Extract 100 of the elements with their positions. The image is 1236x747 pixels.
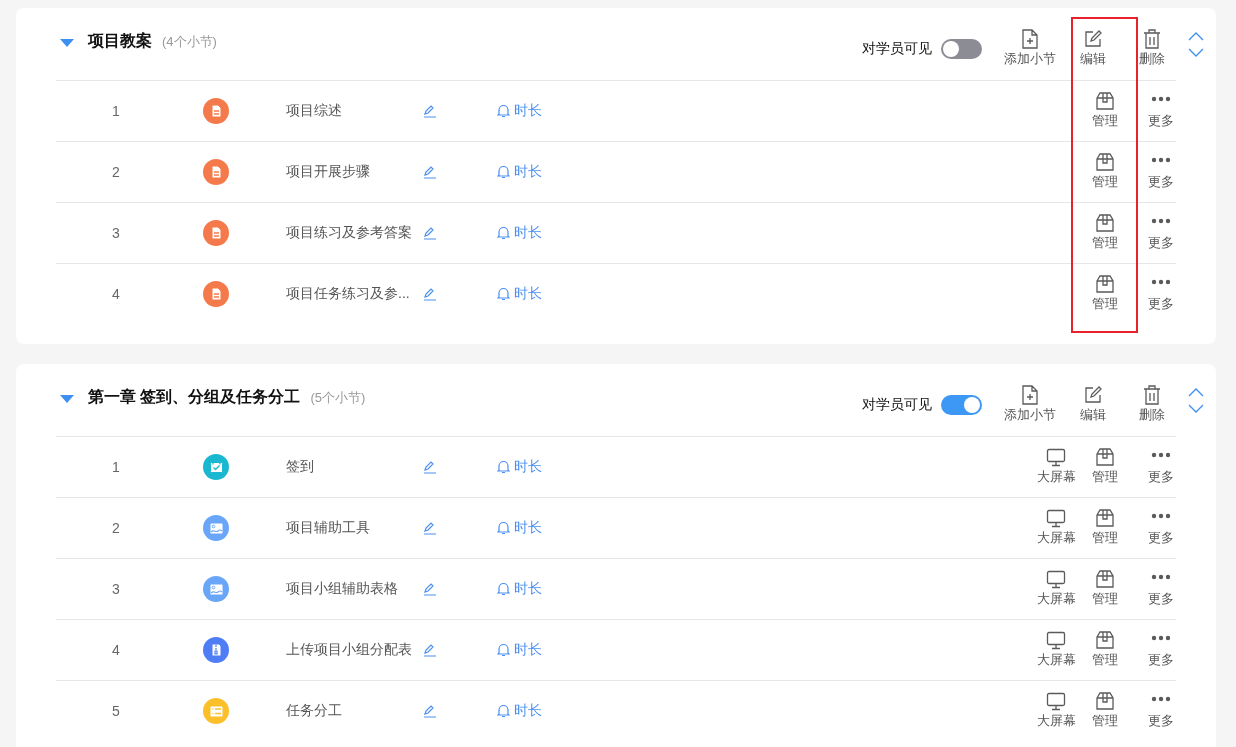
bell-icon <box>497 104 510 118</box>
manage-button[interactable]: 管理 <box>1081 568 1129 610</box>
lesson-title[interactable]: 项目任务练习及参... <box>286 285 423 303</box>
lesson-title[interactable]: 上传项目小组分配表 <box>286 641 423 659</box>
lesson-title[interactable]: 项目练习及参考答案 <box>286 224 423 242</box>
more-button[interactable]: 更多 <box>1146 90 1176 132</box>
bell-icon <box>497 165 510 179</box>
bell-icon <box>497 460 510 474</box>
bell-icon <box>497 704 510 718</box>
add-file-icon <box>1021 29 1039 49</box>
edit-icon <box>1084 30 1102 48</box>
more-icon <box>1151 96 1171 102</box>
manage-button[interactable]: 管理 <box>1081 690 1129 732</box>
lesson-title[interactable]: 签到 <box>286 458 423 476</box>
more-icon <box>1151 157 1171 163</box>
bell-icon <box>497 582 510 596</box>
more-icon <box>1151 218 1171 224</box>
pencil-icon[interactable] <box>423 643 437 657</box>
box-icon <box>1095 447 1115 467</box>
more-icon <box>1151 279 1171 285</box>
row-number: 2 <box>111 164 121 180</box>
monitor-icon <box>1046 447 1066 467</box>
visibility-toggle[interactable] <box>941 39 982 59</box>
more-icon <box>1151 696 1171 702</box>
manage-button[interactable]: 管理 <box>1081 507 1129 549</box>
manage-button[interactable]: 管理 <box>1081 90 1129 132</box>
more-button[interactable]: 更多 <box>1146 446 1176 488</box>
delete-button[interactable]: 删除 <box>1134 384 1170 424</box>
box-icon <box>1095 213 1115 233</box>
visibility-label: 对学员可见 <box>862 396 932 414</box>
delete-button[interactable]: 删除 <box>1134 28 1170 68</box>
monitor-icon <box>1046 508 1066 528</box>
pencil-icon[interactable] <box>423 287 437 301</box>
move-down-icon[interactable] <box>1188 404 1204 413</box>
box-icon <box>1095 508 1115 528</box>
section-count: (5个小节) <box>310 389 366 407</box>
row-number: 1 <box>111 103 121 119</box>
pencil-icon[interactable] <box>423 165 437 179</box>
row-number: 1 <box>111 459 121 475</box>
more-icon <box>1151 452 1171 458</box>
add-section-button[interactable]: 添加小节 <box>1000 28 1060 68</box>
chapter-title: 项目教案 <box>88 31 152 51</box>
more-button[interactable]: 更多 <box>1146 629 1176 671</box>
move-up-icon[interactable] <box>1188 388 1204 397</box>
lesson-title[interactable]: 项目辅助工具 <box>286 519 423 537</box>
visibility-label: 对学员可见 <box>862 40 932 58</box>
edit-button[interactable]: 编辑 <box>1063 384 1123 424</box>
more-button[interactable]: 更多 <box>1146 507 1176 549</box>
manage-button[interactable]: 管理 <box>1081 629 1129 671</box>
row-number: 2 <box>111 520 121 536</box>
box-icon <box>1095 91 1115 111</box>
box-icon <box>1095 152 1115 172</box>
edit-icon <box>1084 386 1102 404</box>
lesson-title[interactable]: 任务分工 <box>286 702 423 720</box>
move-up-icon[interactable] <box>1188 32 1204 41</box>
visibility-toggle[interactable] <box>941 395 982 415</box>
more-button[interactable]: 更多 <box>1146 568 1176 610</box>
collapse-triangle-icon[interactable] <box>60 39 74 47</box>
edit-button[interactable]: 编辑 <box>1063 28 1123 68</box>
more-button[interactable]: 更多 <box>1146 151 1176 193</box>
box-icon <box>1095 274 1115 294</box>
manage-button[interactable]: 管理 <box>1081 151 1129 193</box>
manage-button[interactable]: 管理 <box>1081 273 1129 315</box>
monitor-icon <box>1046 630 1066 650</box>
trash-icon <box>1143 29 1161 49</box>
collapse-triangle-icon[interactable] <box>60 395 74 403</box>
box-icon <box>1095 569 1115 589</box>
more-button[interactable]: 更多 <box>1146 212 1176 254</box>
pencil-icon[interactable] <box>423 226 437 240</box>
more-icon <box>1151 513 1171 519</box>
big-screen-button[interactable]: 大屏幕 <box>1031 568 1081 610</box>
lesson-title[interactable]: 项目开展步骤 <box>286 163 423 181</box>
row-number: 4 <box>111 642 121 658</box>
more-button[interactable]: 更多 <box>1146 690 1176 732</box>
row-number: 5 <box>111 703 121 719</box>
more-icon <box>1151 635 1171 641</box>
big-screen-button[interactable]: 大屏幕 <box>1031 690 1081 732</box>
row-number: 4 <box>111 286 121 302</box>
trash-icon <box>1143 385 1161 405</box>
pencil-icon[interactable] <box>423 582 437 596</box>
big-screen-button[interactable]: 大屏幕 <box>1031 629 1081 671</box>
bell-icon <box>497 226 510 240</box>
manage-button[interactable]: 管理 <box>1081 446 1129 488</box>
pencil-icon[interactable] <box>423 521 437 535</box>
manage-button[interactable]: 管理 <box>1081 212 1129 254</box>
big-screen-button[interactable]: 大屏幕 <box>1031 507 1081 549</box>
chapter-title: 第一章 签到、分组及任务分工 <box>88 387 301 407</box>
pencil-icon[interactable] <box>423 104 437 118</box>
monitor-icon <box>1046 569 1066 589</box>
pencil-icon[interactable] <box>423 704 437 718</box>
lesson-title[interactable]: 项目综述 <box>286 102 423 120</box>
row-number: 3 <box>111 581 121 597</box>
move-down-icon[interactable] <box>1188 48 1204 57</box>
lesson-title[interactable]: 项目小组辅助表格 <box>286 580 423 598</box>
add-section-button[interactable]: 添加小节 <box>1000 384 1060 424</box>
more-button[interactable]: 更多 <box>1146 273 1176 315</box>
pencil-icon[interactable] <box>423 460 437 474</box>
box-icon <box>1095 691 1115 711</box>
add-file-icon <box>1021 385 1039 405</box>
big-screen-button[interactable]: 大屏幕 <box>1031 446 1081 488</box>
